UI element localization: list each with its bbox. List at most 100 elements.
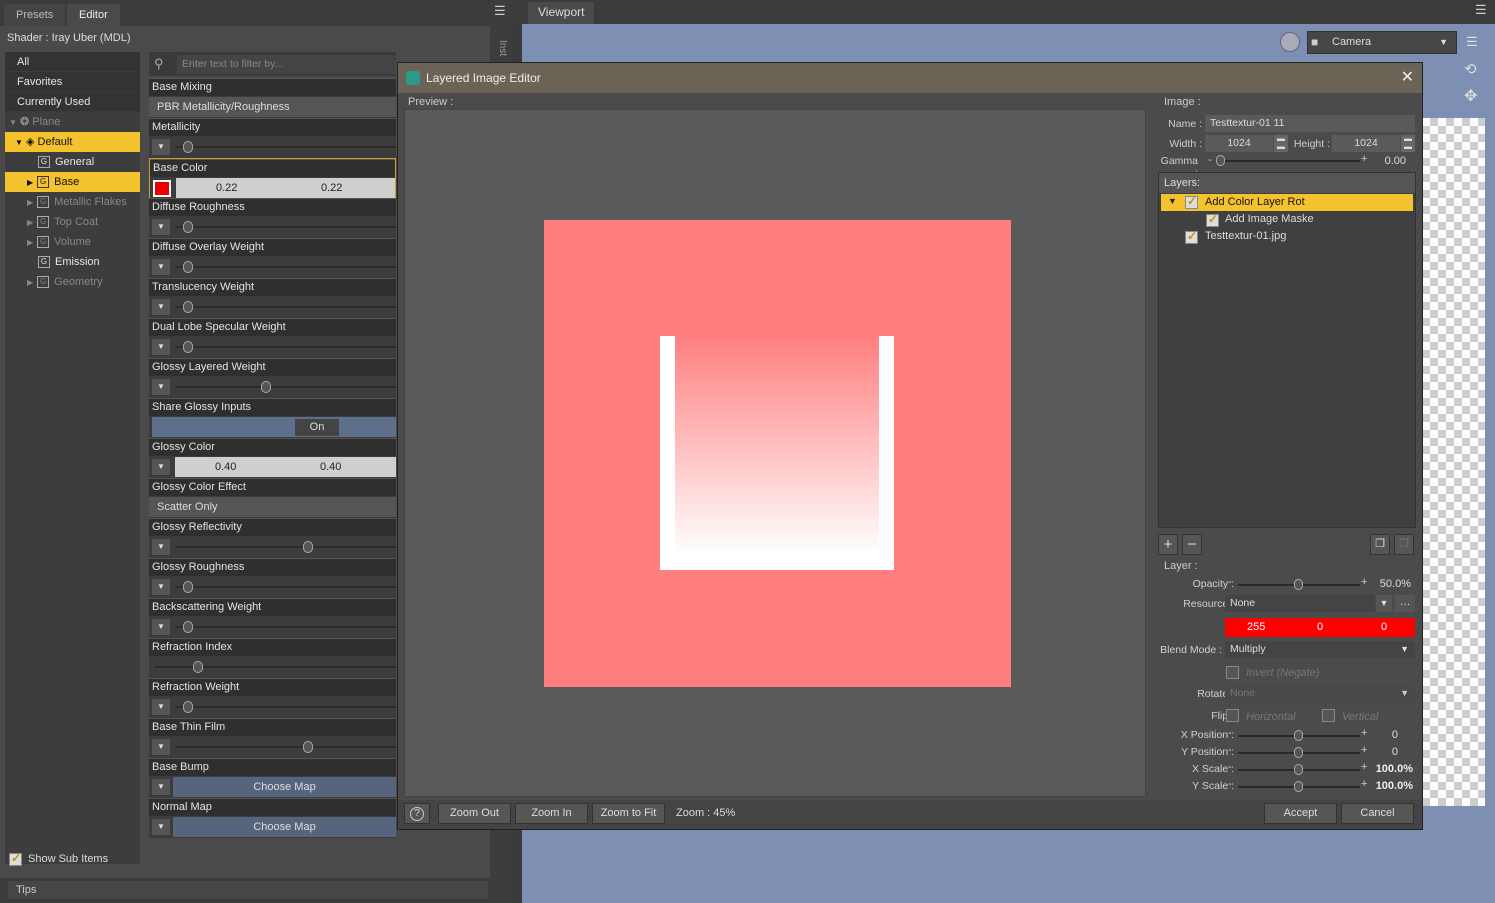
tree-item-geometry[interactable]: ▶ G Geometry xyxy=(5,272,140,292)
slider-knob[interactable] xyxy=(1294,579,1303,590)
dropdown-arrow-icon[interactable]: ▼ xyxy=(152,259,170,275)
blend-mode-dropdown[interactable]: Multiply ▼ xyxy=(1225,641,1415,658)
slider-knob[interactable] xyxy=(183,261,193,273)
plus-icon[interactable]: + xyxy=(1361,576,1367,588)
expand-icon[interactable]: ▶ xyxy=(27,178,33,187)
tree-item-volume[interactable]: ▶ G Volume xyxy=(5,232,140,252)
slider-knob[interactable] xyxy=(303,541,313,553)
viewport-menu-icon[interactable]: ☰ xyxy=(1466,34,1478,50)
dropdown-arrow-icon[interactable]: ▼ xyxy=(152,539,170,555)
slider-track[interactable] xyxy=(175,221,396,233)
minus-icon[interactable]: - xyxy=(1228,727,1232,739)
camera-dropdown[interactable]: Camera ▼ xyxy=(1307,31,1457,54)
x-scale-slider[interactable] xyxy=(1238,764,1360,775)
dropdown-arrow-icon[interactable]: ▼ xyxy=(152,379,170,395)
show-sub-items-checkbox[interactable] xyxy=(9,851,22,866)
slider-track[interactable] xyxy=(175,381,396,393)
slider-track[interactable] xyxy=(175,621,396,633)
zoom-in-button[interactable]: Zoom In xyxy=(515,803,588,824)
slider-knob[interactable] xyxy=(183,141,193,153)
zoom-to-fit-button[interactable]: Zoom to Fit xyxy=(592,803,665,824)
minus-icon[interactable]: - xyxy=(1228,778,1232,790)
preview-area[interactable] xyxy=(404,109,1146,797)
expand-icon[interactable]: ▶ xyxy=(27,278,33,287)
category-currently-used[interactable]: Currently Used xyxy=(5,92,140,112)
expand-icon[interactable]: ▶ xyxy=(27,198,33,207)
plus-icon[interactable]: + xyxy=(1361,153,1367,165)
close-icon[interactable]: ✕ xyxy=(1401,63,1414,93)
dropdown-arrow-icon[interactable]: ▼ xyxy=(152,339,170,355)
tree-item-default[interactable]: ▼ ◈ Default xyxy=(5,132,140,152)
remove-layer-button[interactable]: − xyxy=(1182,534,1202,555)
y-scale-slider[interactable] xyxy=(1238,781,1360,792)
lighting-icon[interactable] xyxy=(1280,32,1300,52)
slider-knob[interactable] xyxy=(1294,730,1303,741)
base-mixing-dropdown[interactable]: PBR Metallicity/Roughness xyxy=(149,97,396,117)
slider-track[interactable] xyxy=(175,701,396,713)
slider-knob[interactable] xyxy=(1294,781,1303,792)
category-all[interactable]: All xyxy=(5,52,140,72)
category-favorites[interactable]: Favorites xyxy=(5,72,140,92)
layer-visibility-checkbox[interactable] xyxy=(1206,212,1219,227)
slider-track[interactable] xyxy=(175,341,396,353)
expand-icon[interactable]: ▼ xyxy=(9,118,17,127)
height-field[interactable]: 1024 xyxy=(1332,135,1400,152)
copy-icon[interactable]: ❐ xyxy=(1370,534,1390,555)
menu-icon[interactable]: ☰ xyxy=(494,3,506,19)
plus-icon[interactable]: + xyxy=(1361,744,1367,756)
pan-icon[interactable]: ✥ xyxy=(1464,86,1477,106)
browse-button[interactable]: … xyxy=(1395,595,1415,612)
side-tab-instances[interactable]: Inst xyxy=(492,40,508,56)
slider-knob[interactable] xyxy=(193,661,203,673)
layer-visibility-checkbox[interactable] xyxy=(1185,194,1198,209)
dropdown-arrow-icon[interactable]: ▼ xyxy=(152,619,170,635)
expand-icon[interactable]: ▼ xyxy=(15,138,23,147)
accept-button[interactable]: Accept xyxy=(1264,803,1337,824)
orbit-icon[interactable]: ⟲ xyxy=(1464,60,1477,78)
toggle-track[interactable] xyxy=(152,417,396,437)
choose-map-button[interactable]: Choose Map xyxy=(173,777,396,797)
expand-icon[interactable]: ▶ xyxy=(27,238,33,247)
slider-track[interactable] xyxy=(175,741,396,753)
minus-icon[interactable]: - xyxy=(1228,744,1232,756)
tab-tips[interactable]: Tips xyxy=(8,881,488,899)
slider-track[interactable] xyxy=(175,141,396,153)
cancel-button[interactable]: Cancel xyxy=(1341,803,1414,824)
help-icon[interactable]: ? xyxy=(404,803,430,824)
dropdown-arrow-icon[interactable]: ▼ xyxy=(152,779,170,795)
toggle-on-button[interactable]: On xyxy=(295,419,339,436)
tab-editor[interactable]: Editor xyxy=(67,4,120,26)
tab-viewport[interactable]: Viewport xyxy=(528,2,595,24)
dropdown-arrow-icon[interactable]: ▼ xyxy=(152,299,170,315)
tree-item-base[interactable]: ▶ G Base xyxy=(5,172,140,192)
slider-knob[interactable] xyxy=(183,701,193,713)
menu-icon[interactable]: ☰ xyxy=(1475,2,1487,18)
tree-item-emission[interactable]: G Emission xyxy=(5,252,140,272)
color-values[interactable]: 0.40 0.40 xyxy=(175,457,396,477)
dropdown-arrow-icon[interactable]: ▼ xyxy=(152,459,170,475)
glossy-color-effect-dropdown[interactable]: Scatter Only xyxy=(149,497,396,517)
layer-name[interactable]: Testtextur-01.jpg xyxy=(1205,230,1286,242)
minus-icon[interactable]: - xyxy=(1208,154,1212,166)
flip-vertical-checkbox[interactable] xyxy=(1322,709,1335,722)
rotate-dropdown[interactable]: None ▼ xyxy=(1225,685,1415,702)
slider-track[interactable] xyxy=(155,661,396,673)
color-values[interactable]: 0.22 0.22 xyxy=(176,178,395,198)
slider-knob[interactable] xyxy=(303,741,313,753)
slider-knob[interactable] xyxy=(261,381,271,393)
tree-item-general[interactable]: G General xyxy=(5,152,140,172)
width-field[interactable]: 1024 xyxy=(1205,135,1273,152)
minus-icon[interactable]: - xyxy=(1228,576,1232,588)
plus-icon[interactable]: + xyxy=(1361,727,1367,739)
zoom-out-button[interactable]: Zoom Out xyxy=(438,803,511,824)
layer-visibility-checkbox[interactable] xyxy=(1185,229,1198,244)
dropdown-arrow-icon[interactable]: ▼ xyxy=(152,819,170,835)
filter-input[interactable]: Enter text to filter by... xyxy=(177,55,396,74)
opacity-slider[interactable] xyxy=(1238,579,1360,590)
tree-item-metallic-flakes[interactable]: ▶ G Metallic Flakes xyxy=(5,192,140,212)
invert-checkbox[interactable] xyxy=(1226,666,1239,679)
paste-icon[interactable]: ❐ xyxy=(1394,534,1414,555)
tree-item-plane[interactable]: ▼ ❂ Plane xyxy=(5,112,140,132)
choose-map-button[interactable]: Choose Map xyxy=(173,817,396,837)
dropdown-arrow-icon[interactable]: ▼ xyxy=(152,699,170,715)
